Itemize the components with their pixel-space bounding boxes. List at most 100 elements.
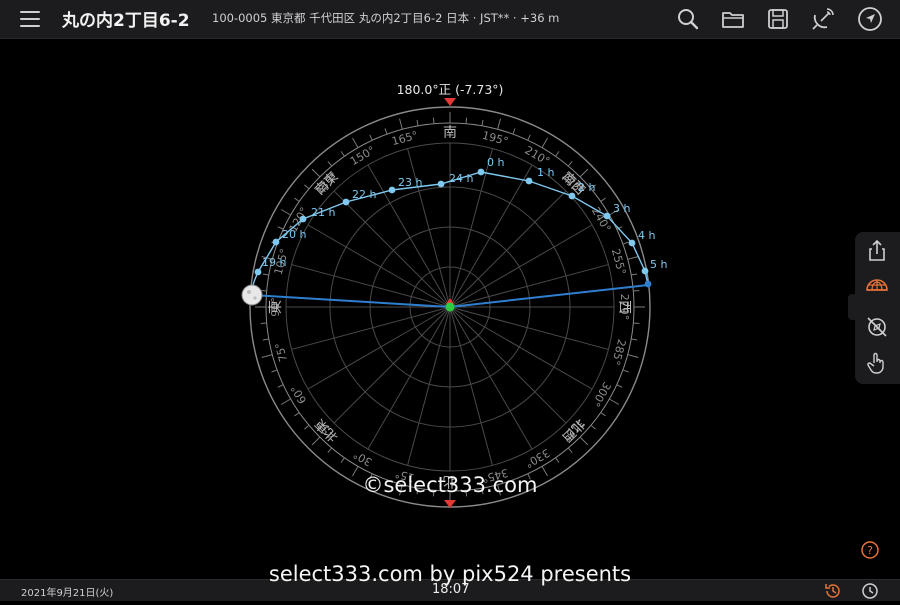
- hour-label: 24 h: [449, 172, 473, 185]
- direction-label-west: 西: [616, 300, 632, 314]
- compass-off-icon[interactable]: [864, 314, 890, 340]
- compass-tick: [294, 197, 300, 202]
- compass-tick: [465, 117, 468, 124]
- compass-tick: [527, 473, 531, 480]
- compass-tick: [277, 384, 284, 388]
- compass-tick: [384, 128, 388, 135]
- hour-dot: [568, 192, 576, 200]
- hour-dot: [525, 177, 533, 185]
- compass-tick: [304, 424, 310, 430]
- compass-tick: [280, 209, 291, 216]
- compass-tick: [262, 273, 269, 276]
- degree-label: 75°: [273, 341, 291, 363]
- compass-tick: [369, 134, 373, 141]
- compass-tick: [399, 118, 403, 130]
- compass-tick: [327, 161, 333, 167]
- compass-tick: [280, 398, 291, 405]
- compass-tick: [541, 137, 548, 148]
- compass-spoke: [449, 306, 567, 424]
- compass-stage[interactable]: 75° 90° 105° 120° 135° 150° 165° 195° 210° 225° 24…: [0, 39, 900, 579]
- hour-label: 22 h: [352, 188, 376, 201]
- location-title[interactable]: 丸の内2丁目6-2: [62, 6, 190, 31]
- hour-dot: [628, 239, 636, 247]
- hour-label: 20 h: [282, 228, 306, 241]
- compass-tick: [631, 273, 638, 276]
- compass-spoke: [333, 190, 451, 308]
- hour-label: 19 h: [262, 256, 286, 269]
- compass-tick: [622, 241, 629, 245]
- sun-moon-compass[interactable]: 75°90°105°120°135°150°165° 195°210°225°24…: [0, 39, 900, 579]
- compass-tick: [311, 168, 321, 178]
- help-icon[interactable]: ?: [860, 540, 880, 560]
- compass-spoke: [291, 306, 451, 350]
- compass-tick: [627, 354, 639, 358]
- compass-tick: [609, 398, 620, 405]
- compass-tick: [633, 289, 640, 292]
- compass-spoke: [307, 224, 451, 308]
- date-label[interactable]: 2021年9月21日(火): [21, 584, 113, 599]
- time-history-icon[interactable]: [823, 581, 843, 601]
- hour-label: 5 h: [650, 258, 667, 271]
- compass-tick: [352, 466, 359, 477]
- compass-spoke: [449, 190, 567, 308]
- compass-tick: [600, 197, 606, 202]
- heading-marker-top: [444, 98, 456, 106]
- share-icon[interactable]: [864, 238, 890, 264]
- menu-icon[interactable]: [18, 8, 42, 30]
- sun-dome-icon[interactable]: [864, 272, 890, 298]
- hour-label: 23 h: [398, 176, 422, 189]
- moon-crater: [253, 296, 257, 300]
- time-label[interactable]: 18:07: [432, 582, 469, 597]
- direction-label-north: 北: [443, 473, 457, 489]
- moon-icon: [241, 284, 263, 306]
- compass-tick: [622, 369, 629, 373]
- compass-tick: [497, 484, 501, 496]
- side-panel: [855, 232, 900, 384]
- clock-icon[interactable]: [860, 581, 880, 601]
- compass-tick: [340, 457, 345, 463]
- hour-dot: [299, 215, 307, 223]
- hour-label: 0 h: [487, 156, 504, 169]
- compass-spoke: [449, 264, 609, 308]
- navigation-arrow-icon[interactable]: [856, 5, 884, 33]
- compass-tick: [579, 436, 589, 446]
- degree-label: 210°: [523, 144, 552, 169]
- search-icon[interactable]: [674, 5, 702, 33]
- compass-tick: [633, 322, 640, 325]
- bottom-bar: 2021年9月21日(火) 18:07: [0, 579, 900, 601]
- compass-tick: [541, 466, 548, 477]
- hand-pointer-icon[interactable]: [864, 350, 890, 376]
- compass-tick: [567, 161, 573, 167]
- satellite-dish-icon[interactable]: [809, 5, 837, 33]
- hour-label: 21 h: [311, 206, 335, 219]
- direction-label-south: 南: [443, 125, 457, 141]
- compass-tick: [481, 488, 484, 495]
- compass-tick: [579, 168, 589, 178]
- location-address: 100-0005 東京都 千代田区 丸の内2丁目6-2 日本 · JST** ·…: [212, 11, 560, 25]
- top-bar: 丸の内2丁目6-2 100-0005 東京都 千代田区 丸の内2丁目6-2 日本…: [0, 0, 900, 39]
- compass-tick: [512, 128, 516, 135]
- compass-tick: [497, 118, 501, 130]
- compass-tick: [352, 137, 359, 148]
- hour-label: 3 h: [613, 202, 630, 215]
- compass-tick: [555, 151, 560, 157]
- heading-label: 180.0°正 (-7.73°): [397, 82, 504, 97]
- hour-dot: [272, 238, 280, 246]
- degree-label: 330°: [523, 446, 552, 471]
- compass-spoke: [449, 306, 593, 390]
- compass-tick: [600, 412, 606, 417]
- degree-label: 15°: [394, 467, 416, 485]
- folder-icon[interactable]: [719, 5, 747, 33]
- moon-disc: [241, 284, 263, 306]
- compass-tick: [481, 119, 484, 126]
- compass-tick: [527, 134, 531, 141]
- hour-dot: [477, 168, 485, 176]
- compass-tick: [369, 473, 373, 480]
- hour-dot: [641, 267, 649, 275]
- compass-spoke: [449, 164, 533, 308]
- compass-tick: [399, 484, 403, 496]
- compass-tick: [260, 322, 267, 325]
- compass-spoke: [407, 148, 451, 308]
- hour-dot: [603, 212, 611, 220]
- save-icon[interactable]: [764, 5, 792, 33]
